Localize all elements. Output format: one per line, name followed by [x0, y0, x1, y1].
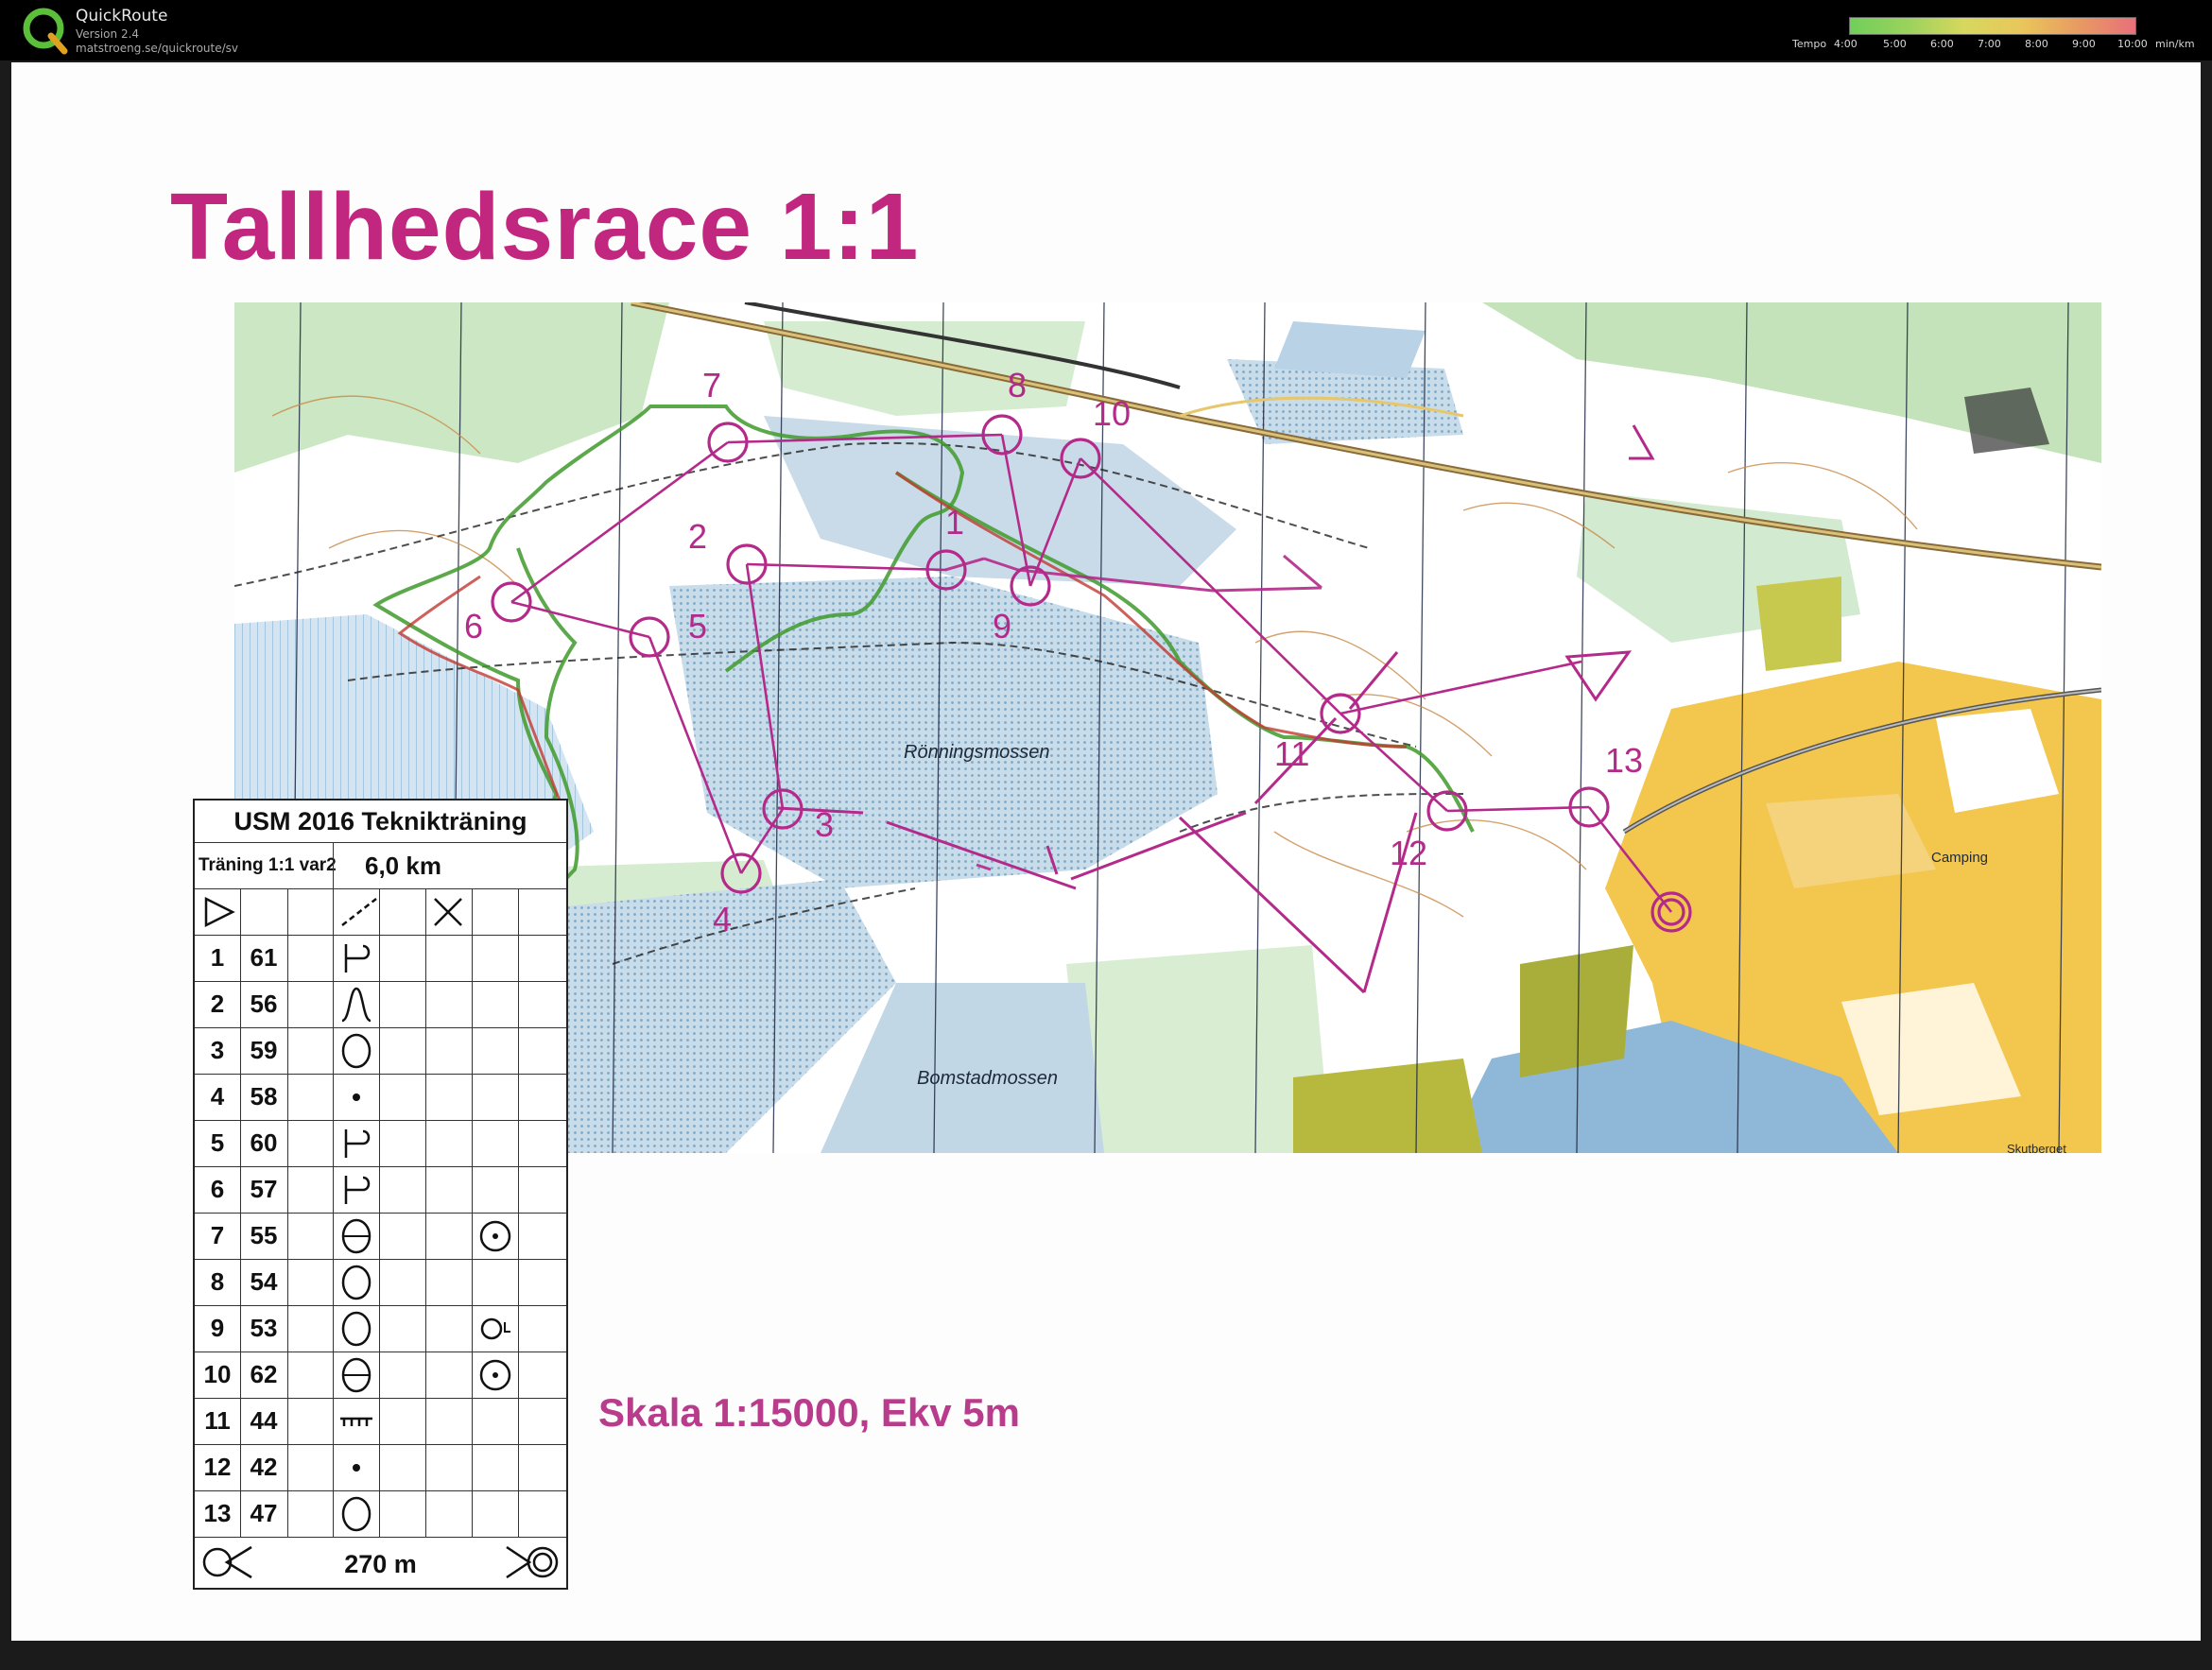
tempo-unit: min/km — [2155, 38, 2195, 50]
control-row-number: 8 — [210, 1267, 225, 1296]
control-description-sheet: USM 2016 Teknikträning Träning 1:1 var2 … — [193, 799, 568, 1590]
course-length: 6,0 km — [365, 852, 441, 880]
control-row-number: 1 — [210, 943, 225, 972]
control-row-number: 13 — [203, 1499, 232, 1527]
control-row-number: 12 — [203, 1453, 232, 1481]
earth-bank-icon — [340, 1417, 372, 1426]
control-number: 6 — [464, 607, 483, 646]
control-row-code: 56 — [250, 990, 278, 1018]
spur-icon — [344, 1176, 371, 1204]
control-row-number: 10 — [203, 1360, 232, 1388]
small-knoll-dot-icon — [353, 1093, 360, 1101]
small-knoll-dot-icon — [353, 1464, 360, 1472]
start-triangle-icon — [204, 896, 235, 928]
control-row-code: 58 — [250, 1082, 278, 1110]
tempo-tick: 9:00 — [2072, 38, 2096, 50]
control-number: 8 — [1008, 366, 1027, 405]
tempo-tick: 10:00 — [2117, 38, 2148, 50]
control-number: 11 — [1274, 734, 1309, 773]
control-number: 10 — [1093, 394, 1131, 433]
control-number: 3 — [815, 805, 834, 844]
control-row-number: 7 — [210, 1221, 225, 1249]
control-number: 5 — [688, 607, 707, 646]
knoll-oval-icon — [341, 1033, 372, 1069]
knoll-part-icon — [341, 1357, 372, 1393]
tempo-tick: 8:00 — [2025, 38, 2048, 50]
background-strip — [0, 1641, 2212, 1670]
event-name: USM 2016 Teknikträning — [233, 807, 527, 835]
quickroute-logo-icon — [23, 8, 68, 55]
control-row-number: 4 — [210, 1082, 225, 1110]
control-number: 13 — [1605, 741, 1643, 780]
map-title: Tallhedsrace 1:1 — [170, 174, 920, 280]
tempo-label: Tempo — [1792, 38, 1827, 50]
knoll-oval-icon — [341, 1265, 372, 1300]
place-name: Rönningsmossen — [904, 742, 1050, 763]
knoll-oval-icon — [341, 1311, 372, 1347]
control-row-number: 2 — [210, 990, 225, 1018]
knoll-spur-icon — [341, 987, 372, 1023]
location-center-icon — [479, 1359, 511, 1391]
crossing-icon — [434, 898, 462, 926]
control-row-code: 57 — [250, 1175, 278, 1203]
control-row-code: 54 — [250, 1267, 278, 1296]
control-row-number: 9 — [210, 1314, 225, 1342]
control-row-number: 11 — [204, 1406, 231, 1435]
control-row-code: 53 — [250, 1314, 278, 1342]
tempo-color-scale — [1849, 17, 2136, 35]
app-url[interactable]: matstroeng.se/quickroute/sv — [76, 42, 238, 55]
control-row-number: 6 — [210, 1175, 225, 1203]
control-row-number: 5 — [210, 1128, 225, 1157]
tempo-tick: 5:00 — [1883, 38, 1907, 50]
control-row-code: 55 — [250, 1221, 278, 1249]
control-row-code: 62 — [250, 1360, 278, 1388]
control-row-code: 59 — [250, 1036, 278, 1064]
control-row-code: 42 — [250, 1453, 278, 1481]
control-row-code: 60 — [250, 1128, 278, 1157]
control-row-code: 47 — [250, 1499, 278, 1527]
control-row-code: 61 — [250, 943, 278, 972]
knoll-oval-icon — [341, 1496, 372, 1532]
tempo-tick: 7:00 — [1978, 38, 2001, 50]
app-title-bar: QuickRoute Version 2.4 matstroeng.se/qui… — [0, 0, 2212, 60]
place-name: Camping — [1931, 850, 1988, 866]
spur-icon — [344, 944, 371, 973]
app-version: Version 2.4 — [76, 27, 140, 41]
control-number: 7 — [702, 366, 721, 405]
control-row-number: 3 — [210, 1036, 225, 1064]
spur-icon — [344, 1129, 371, 1158]
control-number: 12 — [1390, 834, 1427, 872]
location-foot-icon — [480, 1317, 510, 1340]
map-scale-text: Skala 1:15000, Ekv 5m — [598, 1390, 1021, 1435]
dashed-line-icon — [341, 898, 377, 926]
control-number: 4 — [713, 900, 732, 938]
tempo-tick: 4:00 — [1834, 38, 1858, 50]
place-name: Bomstadmossen — [917, 1068, 1058, 1089]
control-row-code: 44 — [250, 1406, 278, 1435]
control-number: 9 — [993, 607, 1011, 646]
knoll-part-icon — [341, 1218, 372, 1254]
location-center-icon — [479, 1220, 511, 1252]
control-number: 1 — [945, 503, 964, 542]
app-name: QuickRoute — [76, 7, 168, 26]
tempo-tick: 6:00 — [1930, 38, 1954, 50]
control-number: 2 — [688, 517, 707, 556]
finish-icon — [506, 1545, 559, 1579]
course-name: Träning 1:1 var2 — [199, 855, 337, 875]
place-name: Skutberget — [2007, 1142, 2066, 1153]
